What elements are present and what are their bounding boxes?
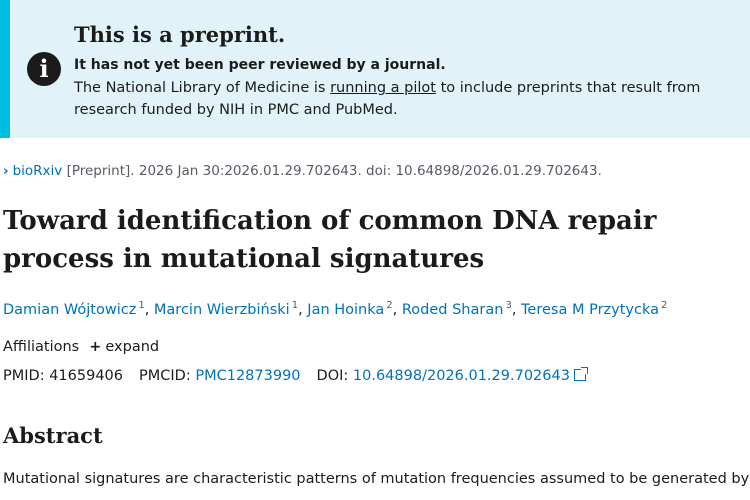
citation-detail: [Preprint]. 2026 Jan 30:2026.01.29.70264…	[62, 163, 602, 179]
author-link[interactable]: Jan Hoinka	[307, 302, 384, 318]
plus-icon[interactable]: +	[89, 339, 101, 355]
preprint-banner: i This is a preprint. It has not yet bee…	[0, 0, 750, 138]
abstract-heading: Abstract	[3, 423, 103, 448]
pmcid-link[interactable]: PMC12873990	[195, 368, 300, 384]
doi-link[interactable]: 10.64898/2026.01.29.702643	[353, 368, 570, 384]
affiliation-ref[interactable]: 3	[505, 300, 511, 311]
expand-affiliations-button[interactable]: expand	[105, 339, 159, 355]
running-a-pilot-link[interactable]: running a pilot	[330, 80, 436, 96]
external-link-icon[interactable]	[573, 367, 588, 381]
author-link[interactable]: Roded Sharan	[402, 302, 504, 318]
banner-title: This is a preprint.	[74, 22, 286, 47]
identifiers-row: PMID: 41659406 PMCID: PMC12873990 DOI: 10.…	[3, 367, 588, 384]
pmid-value: 41659406	[49, 368, 124, 384]
banner-text: The National Library of Medicine is runn…	[74, 77, 734, 121]
info-icon: i	[27, 52, 61, 86]
affiliation-ref[interactable]: 2	[661, 300, 667, 311]
breadcrumb: › bioRxiv [Preprint]. 2026 Jan 30:2026.01…	[3, 163, 602, 179]
affiliation-ref[interactable]: 1	[138, 300, 144, 311]
pmid-label: PMID:	[3, 368, 50, 384]
chevron-right-icon: ›	[3, 163, 9, 179]
pmcid-label: PMCID:	[139, 368, 196, 384]
source-journal-link[interactable]: bioRxiv	[13, 163, 63, 179]
affiliation-ref[interactable]: 1	[292, 300, 298, 311]
affiliations-row: Affiliations + expand	[3, 339, 159, 355]
author-link[interactable]: Damian Wójtowicz	[3, 302, 136, 318]
author-list: Damian Wójtowicz 1, Marcin Wierzbiński 1, …	[3, 300, 668, 318]
author-link[interactable]: Teresa M Przytycka	[521, 302, 659, 318]
banner-subtitle: It has not yet been peer reviewed by a j…	[74, 57, 446, 73]
banner-text-before: The National Library of Medicine is	[74, 80, 331, 96]
affiliation-ref[interactable]: 2	[386, 300, 392, 311]
article-title: Toward identification of common DNA repa…	[3, 206, 657, 274]
doi-label: DOI:	[316, 368, 353, 384]
author-link[interactable]: Marcin Wierzbiński	[154, 302, 290, 318]
abstract-text: Mutational signatures are characteristic…	[3, 471, 750, 487]
affiliations-label: Affiliations	[3, 339, 80, 355]
